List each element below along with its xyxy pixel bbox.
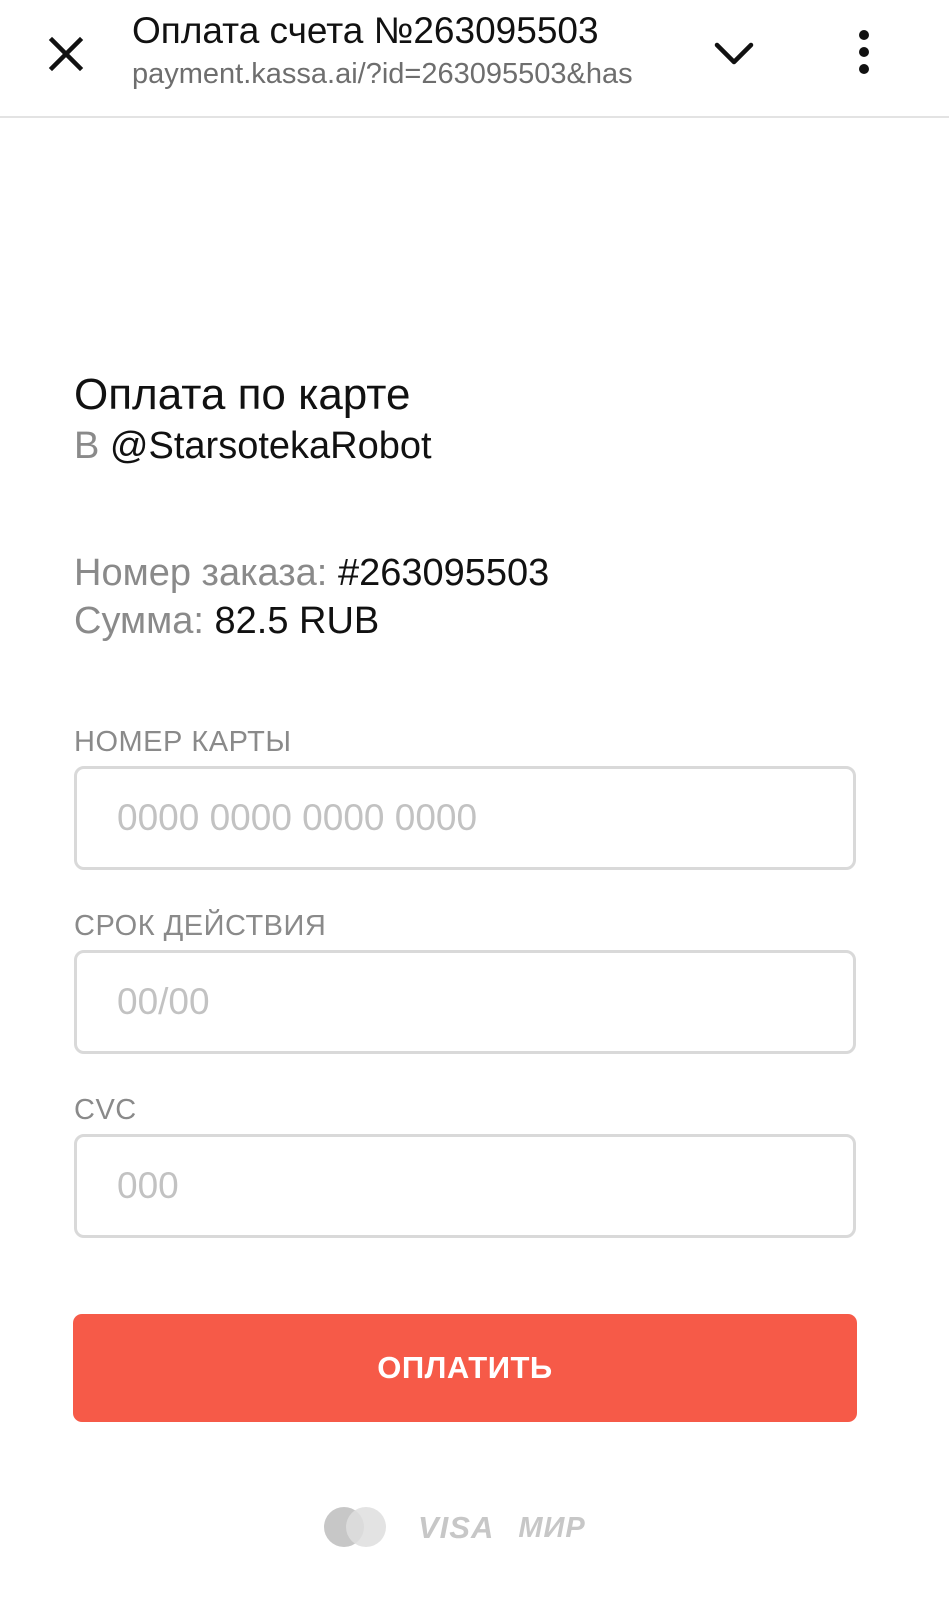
- more-options-button[interactable]: [842, 24, 886, 80]
- sum-label: Сумма:: [74, 600, 204, 642]
- page-url: payment.kassa.ai/?id=263095503&has: [132, 58, 633, 90]
- more-vertical-icon: [859, 30, 869, 74]
- sum-value: 82.5 RUB: [214, 600, 380, 642]
- payment-heading: Оплата по карте: [74, 370, 411, 419]
- visa-logo: VISA: [418, 1510, 495, 1545]
- browser-top-bar: Оплата счета №263095503 payment.kassa.ai…: [0, 0, 949, 118]
- card-number-field[interactable]: [74, 766, 856, 870]
- mir-logo: МИР: [518, 1511, 586, 1544]
- payment-systems-logos: VISA МИР: [322, 1506, 586, 1550]
- expand-button[interactable]: [708, 28, 760, 80]
- cvc-input[interactable]: [117, 1137, 853, 1235]
- cvc-field[interactable]: [74, 1134, 856, 1238]
- order-number-value: #263095503: [337, 552, 550, 594]
- mastercard-logo-icon: [322, 1507, 388, 1549]
- recipient-name: @StarsotekaRobot: [109, 425, 432, 467]
- sum-line: Сумма: 82.5 RUB: [74, 598, 379, 644]
- recipient-prefix: В: [74, 425, 100, 467]
- order-number-line: Номер заказа: #263095503: [74, 550, 549, 596]
- expiry-input[interactable]: [117, 953, 853, 1051]
- close-icon: [48, 36, 84, 72]
- order-number-label: Номер заказа:: [74, 552, 328, 594]
- close-button[interactable]: [40, 28, 92, 80]
- chevron-down-icon: [714, 42, 754, 65]
- expiry-field[interactable]: [74, 950, 856, 1054]
- page-title-block: Оплата счета №263095503 payment.kassa.ai…: [132, 8, 672, 92]
- recipient-line: В @StarsotekaRobot: [74, 423, 432, 469]
- pay-button[interactable]: ОПЛАТИТЬ: [73, 1314, 857, 1422]
- page-title: Оплата счета №263095503: [132, 10, 599, 51]
- cvc-label: CVC: [74, 1094, 137, 1126]
- card-number-label: НОМЕР КАРТЫ: [74, 726, 292, 758]
- card-number-input[interactable]: [117, 769, 853, 867]
- expiry-label: СРОК ДЕЙСТВИЯ: [74, 910, 327, 942]
